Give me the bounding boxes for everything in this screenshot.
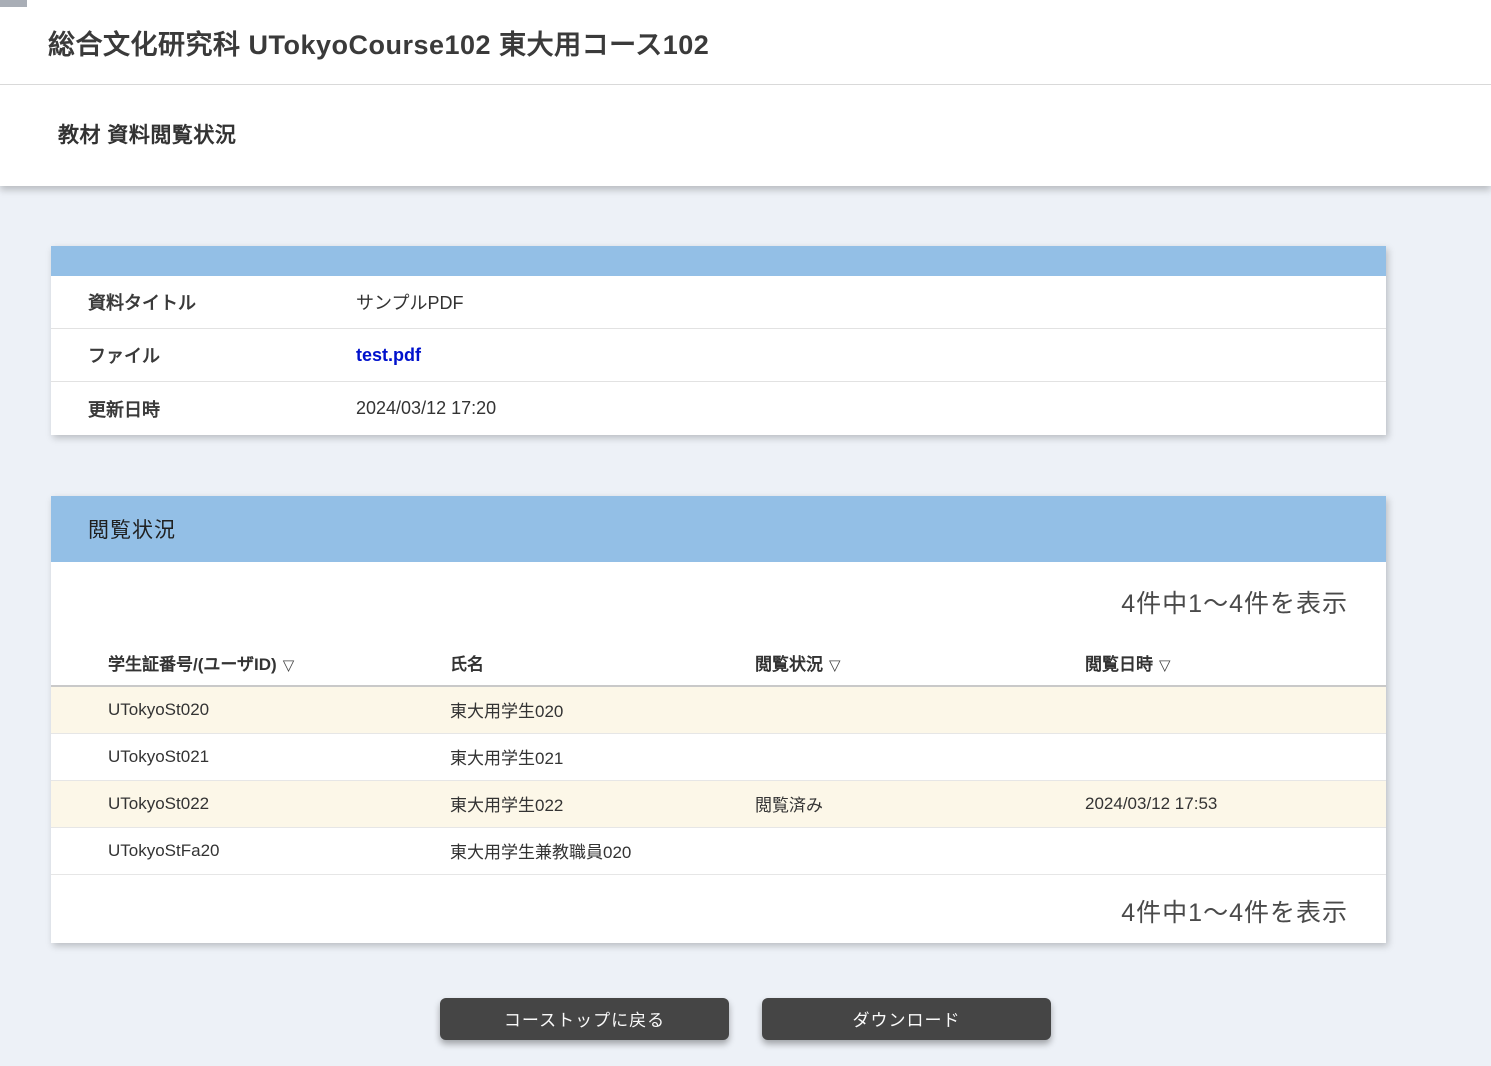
- sort-descending-icon[interactable]: ▽: [829, 657, 841, 674]
- column-header-status[interactable]: 閲覧状況▽: [755, 642, 1085, 686]
- table-row: UTokyoSt022 東大用学生022 閲覧済み 2024/03/12 17:…: [51, 780, 1386, 827]
- cell-name: 東大用学生021: [450, 733, 755, 780]
- column-header-viewed-at[interactable]: 閲覧日時▽: [1085, 642, 1386, 686]
- sort-descending-icon[interactable]: ▽: [1159, 657, 1171, 674]
- action-button-row: コーストップに戻る ダウンロード: [0, 998, 1491, 1040]
- course-title: 総合文化研究科 UTokyoCourse102 東大用コース102: [0, 0, 1491, 62]
- cell-name: 東大用学生022: [450, 780, 755, 827]
- document-title-row: 資料タイトル サンプルPDF: [51, 276, 1386, 329]
- result-count-top: 4件中1〜4件を表示: [51, 584, 1386, 620]
- cell-name: 東大用学生兼教職員020: [450, 827, 755, 874]
- cell-status: 閲覧済み: [755, 780, 1085, 827]
- document-info-header-bar: [51, 246, 1386, 276]
- page-header: 総合文化研究科 UTokyoCourse102 東大用コース102 教材 資料閲…: [0, 0, 1491, 186]
- cell-status: [755, 686, 1085, 733]
- document-file-label: ファイル: [51, 342, 356, 368]
- result-count-bottom: 4件中1〜4件を表示: [51, 893, 1386, 929]
- column-header-user-id[interactable]: 学生証番号/(ユーザID)▽: [51, 642, 450, 686]
- cell-user-id: UTokyoSt022: [51, 780, 450, 827]
- document-title-value: サンプルPDF: [356, 289, 463, 315]
- viewing-status-header-bar: 閲覧状況: [51, 496, 1386, 562]
- table-header-row: 学生証番号/(ユーザID)▽ 氏名 閲覧状況▽ 閲覧日時▽: [51, 642, 1386, 686]
- cell-user-id: UTokyoSt020: [51, 686, 450, 733]
- document-updated-label: 更新日時: [51, 396, 356, 422]
- file-download-link[interactable]: test.pdf: [356, 345, 421, 365]
- sort-descending-icon[interactable]: ▽: [283, 657, 295, 674]
- cell-viewed-at: [1085, 827, 1386, 874]
- document-updated-value: 2024/03/12 17:20: [356, 398, 496, 419]
- viewing-status-title: 閲覧状況: [51, 514, 176, 544]
- document-title-label: 資料タイトル: [51, 289, 356, 315]
- cell-viewed-at: [1085, 733, 1386, 780]
- scrollbar-fragment: [0, 0, 27, 7]
- cell-status: [755, 733, 1085, 780]
- table-row: UTokyoSt021 東大用学生021: [51, 733, 1386, 780]
- table-row: UTokyoStFa20 東大用学生兼教職員020: [51, 827, 1386, 874]
- cell-viewed-at: 2024/03/12 17:53: [1085, 780, 1386, 827]
- download-button[interactable]: ダウンロード: [762, 998, 1051, 1040]
- document-file-row: ファイル test.pdf: [51, 329, 1386, 382]
- page-subtitle: 教材 資料閲覧状況: [0, 85, 1491, 149]
- document-updated-row: 更新日時 2024/03/12 17:20: [51, 382, 1386, 435]
- cell-user-id: UTokyoSt021: [51, 733, 450, 780]
- cell-viewed-at: [1085, 686, 1386, 733]
- table-row: UTokyoSt020 東大用学生020: [51, 686, 1386, 733]
- cell-name: 東大用学生020: [450, 686, 755, 733]
- column-header-name: 氏名: [450, 642, 755, 686]
- cell-status: [755, 827, 1085, 874]
- cell-user-id: UTokyoStFa20: [51, 827, 450, 874]
- back-to-course-top-button[interactable]: コーストップに戻る: [440, 998, 729, 1040]
- document-info-panel: 資料タイトル サンプルPDF ファイル test.pdf 更新日時 2024/0…: [51, 246, 1386, 435]
- viewing-status-panel: 閲覧状況 4件中1〜4件を表示 学生証番号/(ユーザID)▽ 氏名 閲覧状況▽ …: [51, 496, 1386, 943]
- viewing-status-table: 学生証番号/(ユーザID)▽ 氏名 閲覧状況▽ 閲覧日時▽ UTokyoSt02…: [51, 642, 1386, 875]
